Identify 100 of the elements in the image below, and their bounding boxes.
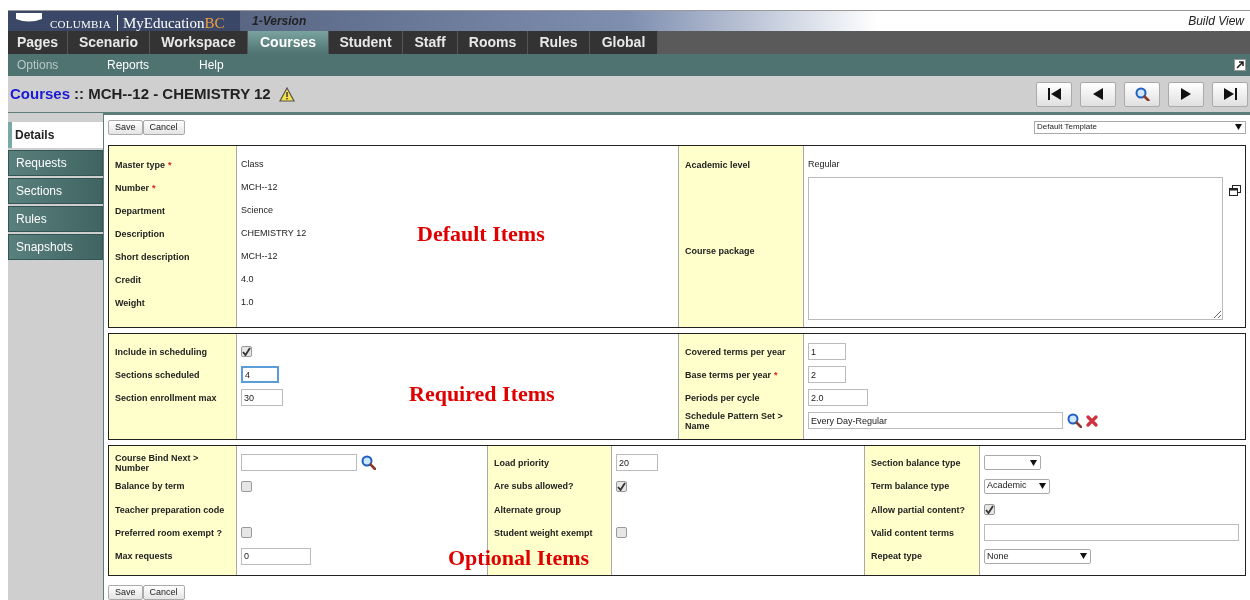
caret-icon: [1038, 482, 1047, 491]
field-label: Term balance type: [871, 481, 950, 492]
nav-tab[interactable]: Rooms: [458, 31, 528, 54]
nav-tab[interactable]: Staff: [403, 31, 458, 54]
nav-tab[interactable]: Global: [590, 31, 658, 54]
field-label: Balance by term: [115, 481, 185, 492]
input-field[interactable]: 2: [808, 366, 846, 384]
field-label: Load priority: [494, 457, 549, 468]
annotation-text: Default Items: [417, 220, 545, 249]
field-label: Credit: [115, 274, 141, 285]
caret-icon: [1029, 458, 1038, 467]
side-tab[interactable]: Rules: [8, 206, 103, 233]
field-label: Teacher preparation code: [115, 504, 225, 515]
input-field[interactable]: Every Day-Regular: [808, 412, 1063, 430]
caret-icon: [1079, 552, 1088, 561]
field-value: MCH--12: [241, 249, 278, 263]
nav-tab[interactable]: Courses: [248, 31, 329, 54]
field-label: Base terms per year *: [685, 369, 778, 380]
field-value: 1.0: [241, 295, 254, 309]
field-label: Description: [115, 228, 165, 239]
form-button[interactable]: Save: [108, 119, 143, 135]
field-label: Section enrollment max: [115, 392, 217, 403]
last-icon: [1222, 87, 1238, 102]
annotation-text: Required Items: [409, 380, 555, 409]
field-value: Science: [241, 203, 274, 217]
field-value: Regular: [808, 157, 840, 171]
field-label: Periods per cycle: [685, 392, 760, 403]
field-label: Repeat type: [871, 551, 923, 562]
nav-tab[interactable]: Scenario: [68, 31, 150, 54]
nav-tab[interactable]: Pages: [8, 31, 68, 54]
title-text: :: MCH--12 - CHEMISTRY 12: [74, 84, 271, 102]
field-label: Alternate group: [494, 504, 561, 515]
warning-icon: [278, 86, 295, 102]
field-value: Class: [241, 157, 264, 171]
field-label: Max requests: [115, 551, 173, 562]
field-label: Student weight exempt: [494, 527, 593, 538]
nav-tab[interactable]: Workspace: [150, 31, 248, 54]
logo-region: COLUMBIA: [50, 17, 111, 32]
form-button[interactable]: Cancel: [142, 585, 185, 600]
check-icon: [985, 505, 994, 514]
checkbox[interactable]: [241, 527, 252, 539]
field-label: Covered terms per year: [685, 346, 786, 357]
field-label: Weight: [115, 297, 145, 308]
dropdown[interactable]: Academic: [984, 478, 1050, 494]
input-field[interactable]: 4: [241, 366, 279, 384]
field-label: Sections scheduled: [115, 369, 200, 380]
check-icon: [242, 347, 251, 357]
field-value: CHEMISTRY 12: [241, 226, 307, 240]
menu-item[interactable]: Reports: [98, 55, 190, 74]
checkbox[interactable]: [241, 346, 252, 358]
first-button[interactable]: [1036, 81, 1072, 107]
check-icon: [617, 481, 626, 491]
search-icon: [1134, 87, 1150, 102]
checkbox[interactable]: [984, 504, 995, 515]
search-icon: [1067, 413, 1082, 429]
input-field[interactable]: 0: [241, 547, 311, 565]
field-label: Preferred room exempt ?: [115, 527, 223, 538]
nav-tab[interactable]: Student: [329, 31, 403, 54]
field-label: Department: [115, 205, 165, 216]
expand-icon: [1234, 58, 1246, 71]
side-tab[interactable]: Sections: [8, 178, 103, 205]
previous-button[interactable]: [1080, 81, 1116, 107]
search-button[interactable]: [1124, 81, 1160, 107]
field-label: Academic level: [685, 159, 751, 170]
input-field[interactable]: 1: [808, 343, 846, 361]
checkbox[interactable]: [616, 480, 627, 492]
first-icon: [1046, 87, 1062, 102]
menu-item[interactable]: Help: [190, 55, 250, 74]
field-label: Short description: [115, 251, 190, 262]
courses-link[interactable]: Courses: [10, 84, 71, 102]
input-field[interactable]: [241, 454, 357, 472]
field-label: Are subs allowed?: [494, 481, 574, 492]
side-tab[interactable]: Requests: [8, 150, 103, 177]
side-tab[interactable]: Snapshots: [8, 234, 103, 261]
field-label: Allow partial content?: [871, 504, 965, 515]
input-field[interactable]: 30: [241, 389, 283, 407]
template-dropdown[interactable]: Default Template: [1034, 120, 1246, 134]
field-label: Master type *: [115, 159, 172, 170]
dropdown[interactable]: [984, 455, 1041, 471]
input-field[interactable]: 20: [616, 454, 658, 472]
last-button[interactable]: [1212, 81, 1248, 107]
input-field[interactable]: [984, 524, 1239, 542]
side-tab[interactable]: Details: [8, 122, 104, 149]
annotation-text: Optional Items: [448, 544, 590, 573]
nav-tab[interactable]: Rules: [528, 31, 590, 54]
next-button[interactable]: [1168, 81, 1204, 107]
field-label: Course Bind Next > Number: [115, 452, 200, 473]
field-label: Course package: [685, 246, 755, 257]
form-button[interactable]: Cancel: [142, 119, 185, 135]
checkbox[interactable]: [616, 527, 627, 539]
clear-icon: [1086, 414, 1098, 427]
flag-icon: [14, 13, 44, 24]
input-field[interactable]: 2.0: [808, 389, 868, 407]
popout-icon: [1229, 185, 1241, 197]
dropdown[interactable]: None: [984, 548, 1091, 564]
form-button[interactable]: Save: [108, 585, 143, 600]
field-label: Number *: [115, 182, 156, 193]
field-label: Section balance type: [871, 457, 961, 468]
caret-icon: [1234, 123, 1243, 132]
checkbox[interactable]: [241, 480, 252, 492]
